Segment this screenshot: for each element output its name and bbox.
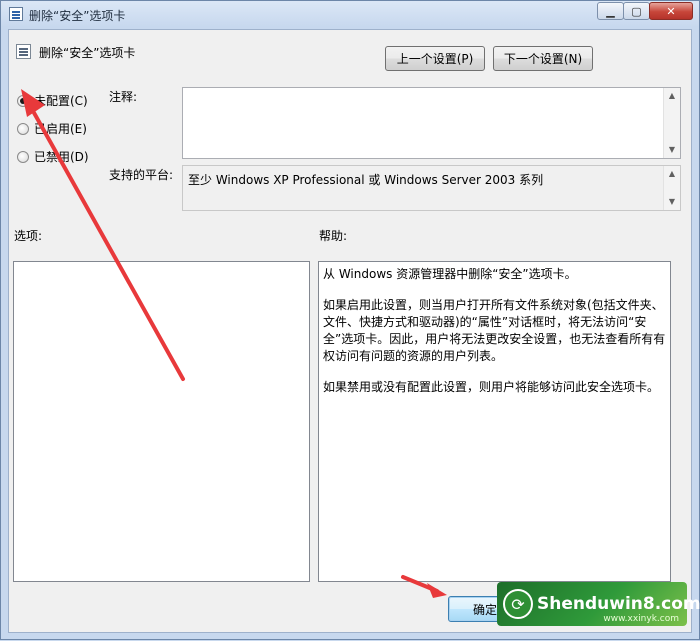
scroll-down-icon[interactable]: ▼ <box>664 194 680 210</box>
options-label: 选项: <box>14 229 43 243</box>
policy-icon <box>9 7 23 21</box>
scroll-up-icon[interactable]: ▲ <box>664 88 680 104</box>
next-setting-button[interactable]: 下一个设置(N) <box>493 46 593 71</box>
radio-disabled-label: 已禁用(D) <box>34 150 89 164</box>
platform-label: 支持的平台: <box>109 168 174 182</box>
radio-enabled[interactable]: 已启用(E) <box>17 120 87 137</box>
platform-scrollbar[interactable]: ▲ ▼ <box>663 166 680 210</box>
prev-setting-label: 上一个设置(P) <box>396 52 474 66</box>
help-text: 从 Windows 资源管理器中删除“安全”选项卡。 如果启用此设置，则当用户打… <box>323 266 669 410</box>
help-paragraph: 如果启用此设置，则当用户打开所有文件系统对象(包括文件夹、文件、快捷方式和驱动器… <box>323 298 666 363</box>
prev-setting-button[interactable]: 上一个设置(P) <box>385 46 485 71</box>
comment-label: 注释: <box>109 90 138 104</box>
help-label: 帮助: <box>319 229 348 243</box>
radio-not-configured-circle[interactable] <box>17 94 29 107</box>
radio-enabled-label: 已启用(E) <box>34 122 87 136</box>
platform-box: 至少 Windows XP Professional 或 Windows Ser… <box>182 165 681 211</box>
radio-not-configured-label: 未配置(C) <box>34 94 88 108</box>
watermark-logo-icon: ⟳ <box>503 589 533 619</box>
radio-disabled[interactable]: 已禁用(D) <box>17 148 89 165</box>
scroll-down-icon[interactable]: ▼ <box>664 142 680 158</box>
window-controls: ▁ ▢ ✕ <box>597 2 693 21</box>
dialog-window: 删除“安全”选项卡 ▁ ▢ ✕ 删除“安全”选项卡 上一个设置(P) 下一个设置… <box>0 0 700 640</box>
watermark-subtext: www.xxinyk.com <box>603 614 679 624</box>
setting-title: 删除“安全”选项卡 <box>39 46 136 60</box>
help-paragraph: 从 Windows 资源管理器中删除“安全”选项卡。 <box>323 267 577 281</box>
minimize-icon: ▁ <box>606 4 615 18</box>
title-bar[interactable]: 删除“安全”选项卡 ▁ ▢ ✕ <box>1 1 699 27</box>
comment-scrollbar[interactable]: ▲ ▼ <box>663 88 680 158</box>
close-button[interactable]: ✕ <box>649 2 693 20</box>
scroll-up-icon[interactable]: ▲ <box>664 166 680 182</box>
policy-setting-icon <box>16 44 31 59</box>
watermark-text: Shenduwin8.com <box>537 594 700 614</box>
ok-label: 确定 <box>472 602 497 617</box>
help-paragraph: 如果禁用或没有配置此设置，则用户将能够访问此安全选项卡。 <box>323 380 660 394</box>
dialog-client: 删除“安全”选项卡 上一个设置(P) 下一个设置(N) 未配置(C) 已启用(E… <box>8 29 700 633</box>
platform-value: 至少 Windows XP Professional 或 Windows Ser… <box>188 173 544 187</box>
maximize-button[interactable]: ▢ <box>623 2 650 20</box>
next-setting-label: 下一个设置(N) <box>503 52 583 66</box>
options-panel[interactable] <box>13 261 310 582</box>
minimize-button[interactable]: ▁ <box>597 2 624 20</box>
site-watermark: ⟳ Shenduwin8.com www.xxinyk.com <box>497 582 700 626</box>
help-panel[interactable]: 从 Windows 资源管理器中删除“安全”选项卡。 如果启用此设置，则当用户打… <box>318 261 671 582</box>
maximize-icon: ▢ <box>631 4 642 18</box>
close-icon: ✕ <box>666 4 676 18</box>
comment-textarea[interactable]: ▲ ▼ <box>182 87 681 159</box>
radio-enabled-circle[interactable] <box>17 122 29 135</box>
radio-not-configured[interactable]: 未配置(C) <box>17 92 88 109</box>
radio-disabled-circle[interactable] <box>17 150 29 163</box>
window-title: 删除“安全”选项卡 <box>29 9 126 23</box>
